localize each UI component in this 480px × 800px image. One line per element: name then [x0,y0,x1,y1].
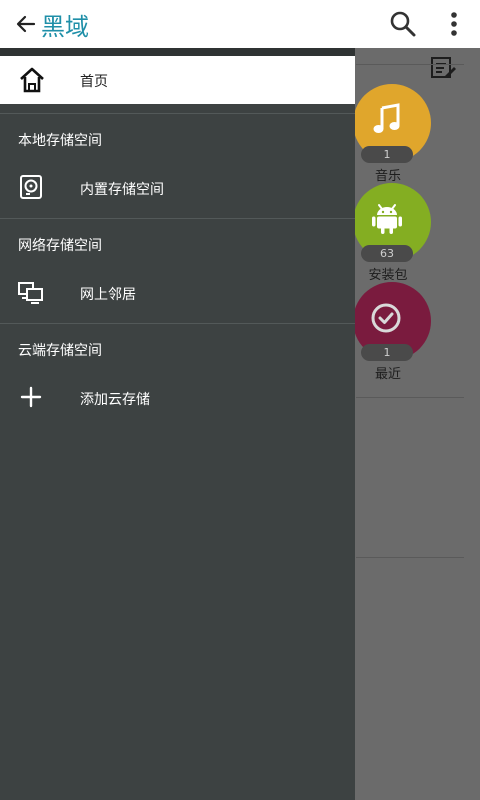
drawer-item-network[interactable]: 网上邻居 [0,268,355,316]
drawer-item-internal-storage[interactable]: 内置存储空间 [0,163,355,211]
divider [356,557,464,558]
drawer-item-add-cloud[interactable]: 添加云存储 [0,373,355,421]
app-bar: 黑域 [0,0,480,48]
navigation-drawer: 首页 本地存储空间 内置存储空间 网络存储空间 网上邻居 云端存储空间 添加云存… [0,48,355,800]
app-title: 黑域 [41,13,89,41]
category-apk-label: 安装包 [368,268,408,283]
recent-check-icon [371,303,401,333]
category-music-label: 音乐 [374,169,401,184]
music-note-icon [373,103,400,133]
section-header-cloud: 云端存储空间 [18,343,102,359]
section-header-network: 网络存储空间 [18,238,102,254]
overflow-menu-icon[interactable] [444,10,464,38]
section-divider [0,113,355,114]
section-divider [0,218,355,219]
section-divider [0,323,355,324]
home-icon [20,67,44,93]
category-music-count: 1 [361,146,413,163]
storage-icon [20,175,42,199]
network-icon [18,282,43,304]
drawer-item-internal-storage-label: 内置存储空间 [80,182,164,198]
drawer-item-home-label: 首页 [80,74,108,90]
plus-icon [20,386,42,408]
back-arrow-icon[interactable] [14,12,38,36]
drawer-item-network-label: 网上邻居 [80,287,136,303]
drawer-top-strip [0,48,355,56]
category-recent-count: 1 [361,344,413,361]
search-icon[interactable] [389,10,417,38]
edit-list-icon[interactable] [430,56,458,80]
category-apk-count: 63 [361,245,413,262]
divider [356,397,464,398]
drawer-item-add-cloud-label: 添加云存储 [80,392,150,408]
category-recent-label: 最近 [374,367,401,382]
section-header-local: 本地存储空间 [18,133,102,149]
android-icon [372,204,402,234]
drawer-item-home[interactable]: 首页 [0,56,355,104]
divider [356,64,464,65]
